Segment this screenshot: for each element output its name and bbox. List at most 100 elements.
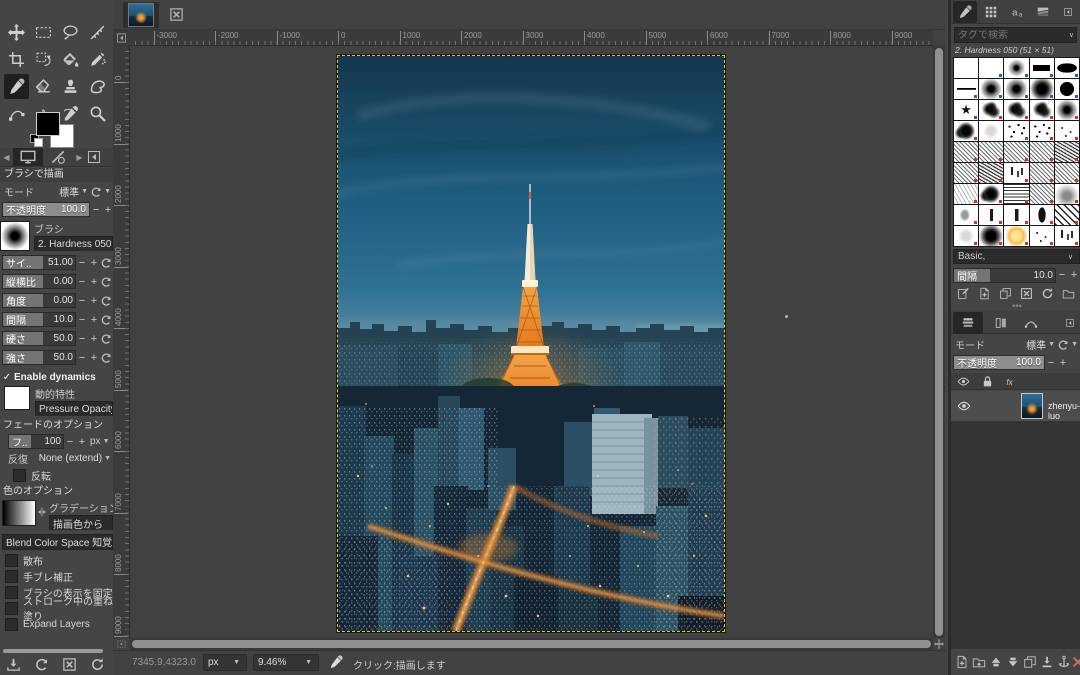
search-chevron-icon[interactable]: ∨: [1069, 31, 1074, 39]
fade-slider[interactable]: フ.. 100: [8, 434, 64, 449]
jitter-checkbox[interactable]: 散布: [0, 553, 113, 567]
brush-cell-star[interactable]: ★: [954, 100, 978, 120]
brush-cell-texture[interactable]: [954, 163, 978, 183]
brush-cell-mark[interactable]: [979, 205, 1003, 225]
mode-chevron-icon[interactable]: ▼: [81, 188, 88, 195]
angle-decrease-button[interactable]: −: [76, 294, 88, 308]
brush-cell-texture[interactable]: [1030, 142, 1054, 162]
brush-cell-dots-sparse[interactable]: [1030, 226, 1054, 246]
new-layer-group-button[interactable]: [972, 655, 986, 669]
opacity-decrease-button[interactable]: −: [90, 203, 102, 217]
clone-tool-icon[interactable]: [58, 74, 83, 99]
layer-list-empty-area[interactable]: [951, 421, 1080, 648]
vertical-scrollbar-thumb[interactable]: [935, 48, 943, 636]
move-tool-icon[interactable]: [4, 20, 29, 45]
free-select-tool-icon[interactable]: [58, 20, 83, 45]
brush-cell-blank[interactable]: [979, 58, 1003, 78]
brush-cell-splat[interactable]: [1030, 100, 1054, 120]
tab-layers[interactable]: [953, 312, 983, 334]
aspect-decrease-button[interactable]: −: [76, 275, 88, 289]
fade-decrease-button[interactable]: −: [64, 435, 76, 449]
tab-tool-options[interactable]: [13, 148, 43, 166]
layers-dock-menu-icon[interactable]: [1061, 312, 1079, 334]
fade-unit-chevron-icon[interactable]: ▼: [103, 438, 110, 445]
brush-cell-soft[interactable]: [1004, 79, 1028, 99]
effects-fx-icon[interactable]: fx: [1003, 375, 1016, 388]
brush-cell-texture[interactable]: [1030, 184, 1054, 204]
brush-name-field[interactable]: 2. Hardness 050: [34, 236, 113, 251]
gradient-flip-icon[interactable]: [37, 507, 47, 517]
tab-brushes[interactable]: [953, 1, 977, 23]
brush-cell-ellipse[interactable]: [1055, 58, 1079, 78]
incremental-checkbox[interactable]: ストローク中の重ね塗り: [0, 601, 113, 615]
brush-cell-splat[interactable]: [979, 100, 1003, 120]
brush-group-dropdown[interactable]: Basic, ∨: [953, 249, 1080, 264]
layer-opacity-slider[interactable]: 不透明度 100.0: [953, 355, 1045, 370]
aspect-increase-button[interactable]: +: [88, 275, 100, 289]
vertical-scrollbar[interactable]: [933, 46, 945, 638]
dock-drag-handle[interactable]: •••: [951, 303, 1080, 310]
brush-cell-diag[interactable]: [1055, 205, 1079, 225]
dock-tab-scroll-left-icon[interactable]: ◀: [0, 153, 13, 162]
brush-cell-texture[interactable]: [979, 142, 1003, 162]
tab-fonts[interactable]: aa: [1005, 1, 1029, 23]
brush-spacing-decrease-button[interactable]: −: [1056, 268, 1068, 282]
brush-cell-line[interactable]: [954, 79, 978, 99]
force-reset-icon[interactable]: [100, 352, 112, 364]
swap-colors-icon[interactable]: [62, 106, 74, 118]
save-tool-preset-icon[interactable]: [6, 657, 21, 672]
tab-patterns[interactable]: [979, 1, 1003, 23]
horizontal-scrollbar[interactable]: [130, 638, 933, 650]
size-slider[interactable]: サイ.. 51.00: [2, 255, 76, 270]
layer-mode-reset-chevron-icon[interactable]: ▼: [1071, 341, 1078, 348]
brush-cell-texture-dark[interactable]: [979, 163, 1003, 183]
force-increase-button[interactable]: +: [88, 351, 100, 365]
hardness-increase-button[interactable]: +: [88, 332, 100, 346]
delete-brush-icon[interactable]: [1020, 287, 1033, 300]
right-dock-menu-icon[interactable]: [1059, 1, 1077, 23]
hardness-slider[interactable]: 硬さ 50.0: [2, 331, 76, 346]
unit-dropdown[interactable]: px ▼: [203, 654, 247, 671]
brush-cell-faint[interactable]: [979, 121, 1003, 141]
brush-cell-splat-dark[interactable]: [979, 184, 1003, 204]
brush-cell-glow[interactable]: [1004, 226, 1028, 246]
brush-cell-splat[interactable]: [1004, 100, 1028, 120]
image-tab-default-icon[interactable]: [169, 7, 184, 22]
aspect-reset-icon[interactable]: [100, 276, 112, 288]
mode-reset-chevron-icon[interactable]: ▼: [104, 188, 111, 195]
mode-reset-icon[interactable]: [90, 186, 102, 198]
zoom-tool-icon[interactable]: [85, 101, 110, 126]
left-dock-menu-icon[interactable]: [86, 148, 102, 166]
canvas-viewport[interactable]: [130, 46, 933, 638]
delete-layer-button[interactable]: [1071, 655, 1080, 669]
size-decrease-button[interactable]: −: [76, 256, 88, 270]
bucket-fill-tool-icon[interactable]: [58, 47, 83, 72]
new-layer-button[interactable]: [955, 655, 969, 669]
brush-cell-soft-sm[interactable]: [1004, 58, 1028, 78]
opacity-slider[interactable]: 不透明度 100.0: [2, 202, 90, 217]
mode-value[interactable]: 標準: [59, 184, 79, 199]
measure-tool-icon[interactable]: [85, 20, 110, 45]
brush-cell-texture-dark[interactable]: [1055, 142, 1079, 162]
rectangle-select-tool-icon[interactable]: [31, 20, 56, 45]
layer-opacity-increase-button[interactable]: +: [1057, 356, 1069, 370]
brush-cell-marks[interactable]: [1055, 226, 1079, 246]
tool-options-scrollbar[interactable]: [3, 649, 103, 653]
horizontal-ruler[interactable]: -3000-2000-10000100020003000400050006000…: [130, 30, 933, 46]
gradient-field[interactable]: 描画色から: [49, 515, 113, 530]
layer-opacity-decrease-button[interactable]: −: [1045, 356, 1057, 370]
layer-visibility-eye-icon[interactable]: [957, 399, 971, 413]
repeat-value[interactable]: None (extend): [39, 453, 102, 464]
canvas-menu-icon[interactable]: [113, 30, 130, 46]
brush-cell-blank[interactable]: [954, 58, 978, 78]
gradient-thumbnail[interactable]: [2, 500, 36, 526]
brush-cell-feather[interactable]: [1030, 205, 1054, 225]
spacing-slider[interactable]: 間隔 10.0: [2, 312, 76, 327]
raise-layer-button[interactable]: [989, 655, 1003, 669]
layer-mode-value[interactable]: 標準: [1026, 337, 1046, 352]
brush-cell-texture-light[interactable]: [954, 184, 978, 204]
brush-cell-dots[interactable]: [1004, 121, 1028, 141]
brush-thumbnail[interactable]: [0, 221, 30, 251]
refresh-brushes-icon[interactable]: [1041, 287, 1054, 300]
enable-dynamics-checkbox[interactable]: ✓ Enable dynamics: [0, 370, 113, 384]
